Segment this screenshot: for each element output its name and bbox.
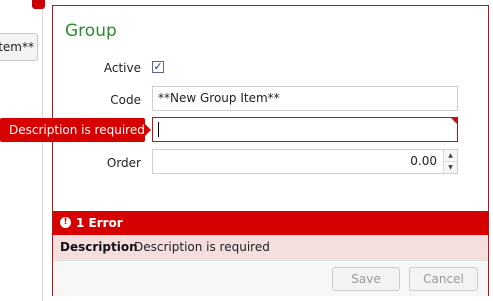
description-input[interactable] bbox=[152, 117, 458, 142]
group-dialog: Group Active ✓ Code **New Group Item** O… bbox=[52, 5, 489, 296]
validation-tooltip: Description is required bbox=[0, 118, 151, 142]
spin-up-icon[interactable]: ▲ bbox=[444, 150, 457, 162]
active-label: Active bbox=[103, 61, 141, 75]
background-pane: tem** bbox=[0, 0, 45, 301]
validation-tooltip-text: Description is required bbox=[9, 123, 145, 137]
code-input[interactable]: **New Group Item** bbox=[152, 86, 458, 111]
error-icon: ! bbox=[60, 217, 71, 228]
error-summary-header: ! 1 Error bbox=[53, 211, 488, 235]
error-field-name: Description bbox=[60, 240, 138, 254]
order-input[interactable]: 0.00 ▲ ▼ bbox=[152, 149, 458, 174]
order-value: 0.00 bbox=[410, 154, 437, 168]
tooltip-arrow bbox=[145, 124, 151, 136]
save-button[interactable]: Save bbox=[332, 267, 400, 291]
background-tab-marker bbox=[32, 0, 45, 9]
spin-down-icon[interactable]: ▼ bbox=[444, 162, 457, 173]
order-spinner: ▲ ▼ bbox=[443, 150, 457, 173]
error-corner-marker bbox=[451, 118, 457, 124]
cancel-button[interactable]: Cancel bbox=[409, 267, 478, 291]
error-summary-item: Description Description is required bbox=[53, 235, 488, 260]
dialog-title: Group bbox=[65, 21, 117, 41]
active-checkbox[interactable]: ✓ bbox=[152, 61, 164, 73]
code-label: Code bbox=[110, 93, 141, 107]
background-item-button[interactable]: tem** bbox=[0, 33, 38, 61]
order-label: Order bbox=[106, 156, 141, 170]
error-summary-title: 1 Error bbox=[76, 216, 123, 230]
error-field-message: Description is required bbox=[134, 240, 270, 254]
dialog-footer: Save Cancel bbox=[53, 260, 488, 296]
text-caret bbox=[158, 122, 159, 137]
